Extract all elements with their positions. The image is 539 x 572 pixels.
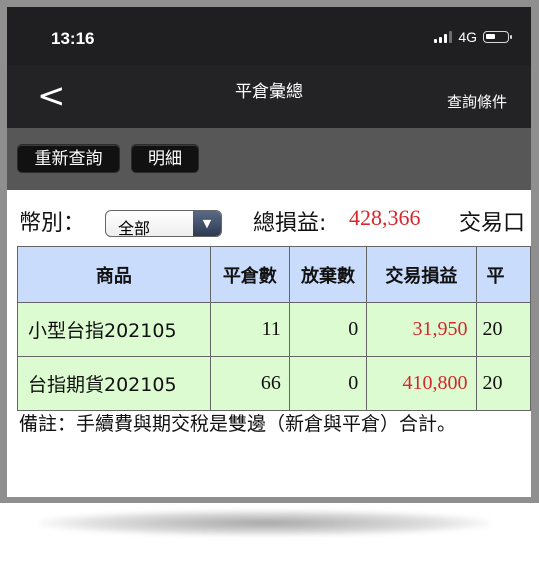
- network-type: 4G: [458, 29, 477, 45]
- action-toolbar: 重新查詢 明細: [7, 128, 531, 190]
- device-shadow: [40, 510, 490, 536]
- filter-row: 幣別： 全部 ▼ 總損益: 428,366 交易口: [7, 190, 531, 246]
- detail-button[interactable]: 明細: [131, 144, 199, 173]
- phone-frame: 13:16 4G < 平倉彙總 查詢條件 重新查詢 明細 幣別： 全部 ▼ 總損…: [0, 0, 539, 503]
- footnote: 備註：手續費與期交稅是雙邊（新倉與平倉）合計。: [19, 413, 457, 435]
- table-row[interactable]: 小型台指202105 11 0 31,950 20: [17, 302, 531, 357]
- header-trade-pnl: 交易損益: [366, 246, 477, 303]
- cell-abandon-qty: 0: [288, 356, 368, 411]
- status-indicators: 4G: [434, 29, 512, 45]
- signal-icon: [434, 31, 453, 43]
- status-time: 13:16: [51, 29, 95, 48]
- battery-icon: [483, 31, 512, 43]
- cell-truncated: 20: [475, 302, 531, 357]
- query-conditions-button[interactable]: 查詢條件: [447, 91, 507, 112]
- cell-product: 台指期貨202105: [17, 356, 211, 411]
- currency-select-value: 全部: [118, 219, 151, 237]
- header-abandon-qty: 放棄數: [288, 246, 368, 303]
- cell-abandon-qty: 0: [288, 302, 368, 357]
- cell-close-qty: 11: [209, 302, 290, 357]
- cell-trade-pnl: 410,800: [366, 356, 477, 411]
- cell-trade-pnl: 31,950: [366, 302, 477, 357]
- total-pnl-value: 428,366: [349, 205, 421, 230]
- table-header-row: 商品 平倉數 放棄數 交易損益 平: [17, 246, 531, 303]
- header-truncated: 平: [475, 246, 531, 303]
- trade-fee-label: 交易口: [459, 211, 526, 236]
- cell-product: 小型台指202105: [17, 302, 211, 357]
- currency-select[interactable]: 全部 ▼: [105, 210, 222, 237]
- header-close-qty: 平倉數: [209, 246, 290, 303]
- dropdown-arrow-icon: ▼: [193, 211, 221, 236]
- nav-bar: < 平倉彙總 查詢條件: [7, 65, 531, 128]
- total-pnl-label: 總損益:: [253, 211, 327, 236]
- cell-truncated: 20: [475, 356, 531, 411]
- header-product: 商品: [17, 246, 211, 303]
- status-bar: 13:16 4G: [7, 7, 531, 65]
- summary-table: 商品 平倉數 放棄數 交易損益 平 小型台指202105 11 0 31,950…: [17, 246, 531, 411]
- table-row[interactable]: 台指期貨202105 66 0 410,800 20: [17, 356, 531, 411]
- requery-button[interactable]: 重新查詢: [17, 144, 120, 173]
- app-screen: 13:16 4G < 平倉彙總 查詢條件 重新查詢 明細 幣別： 全部 ▼ 總損…: [7, 7, 531, 497]
- cell-close-qty: 66: [209, 356, 290, 411]
- currency-label: 幣別：: [19, 211, 86, 236]
